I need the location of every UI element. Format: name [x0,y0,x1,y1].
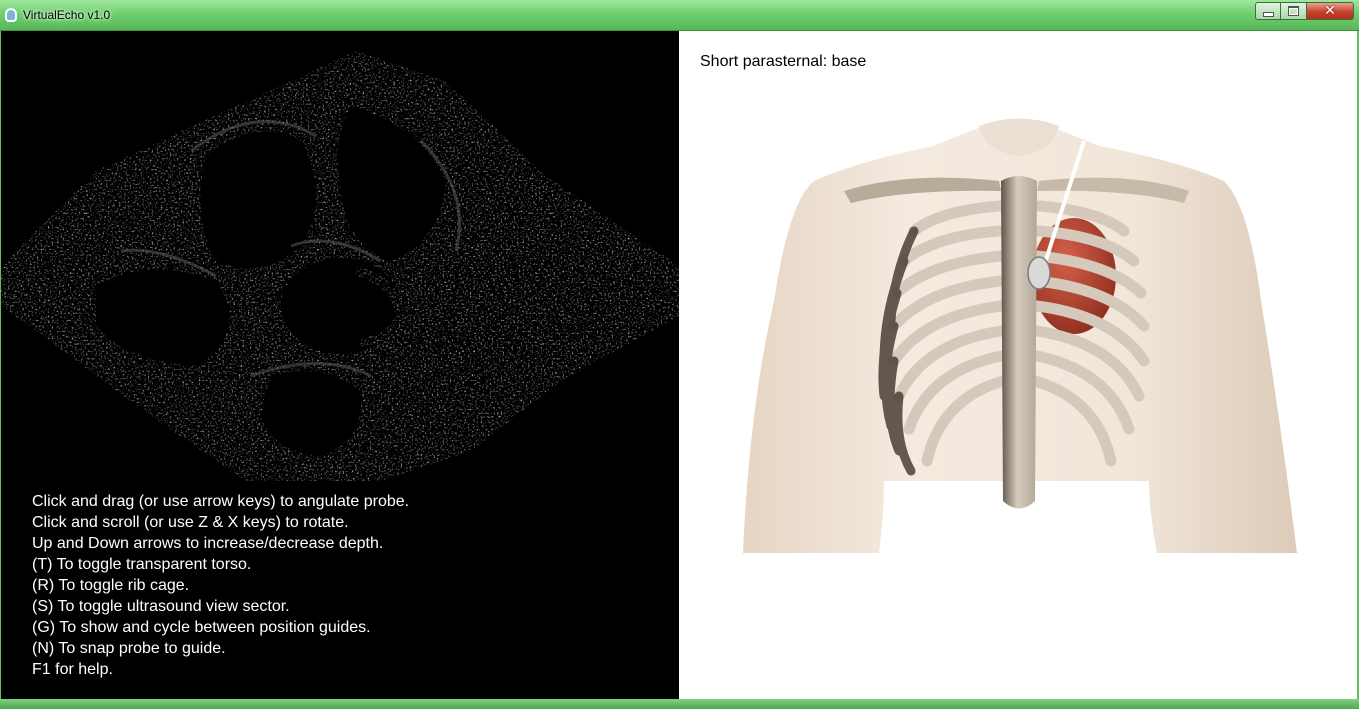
ultrasound-probe[interactable] [1027,256,1051,290]
sternum [1001,176,1037,509]
window-title: VirtualEcho v1.0 [23,8,111,22]
minimize-button[interactable] [1255,2,1281,20]
instruction-line: (R) To toggle rib cage. [32,577,190,594]
torso-model [743,118,1297,553]
instruction-line: (T) To toggle transparent torso. [32,556,252,573]
instruction-line: Up and Down arrows to increase/decrease … [32,535,384,552]
torso-3d-view[interactable]: Short parasternal: base [679,31,1357,699]
window-controls: ✕ [1255,2,1354,21]
maximize-button[interactable] [1281,2,1307,20]
close-icon: ✕ [1324,3,1336,19]
instruction-line: (N) To snap probe to guide. [32,640,226,657]
instruction-line: Click and drag (or use arrow keys) to an… [32,493,410,510]
instruction-line: Click and scroll (or use Z & X keys) to … [32,514,349,531]
window-bottom-border [0,699,1359,709]
ultrasound-view[interactable]: Click and drag (or use arrow keys) to an… [1,31,679,699]
maximize-icon [1288,6,1299,16]
app-icon [5,8,17,22]
instruction-line: (G) To show and cycle between position g… [32,619,371,636]
instruction-line: F1 for help. [32,661,113,678]
keyboard-instructions: Click and drag (or use arrow keys) to an… [32,491,409,680]
close-button[interactable]: ✕ [1307,2,1354,20]
instruction-line: (S) To toggle ultrasound view sector. [32,598,290,615]
minimize-icon [1262,12,1274,17]
window-title-bar[interactable]: VirtualEcho v1.0 ✕ [0,0,1359,31]
